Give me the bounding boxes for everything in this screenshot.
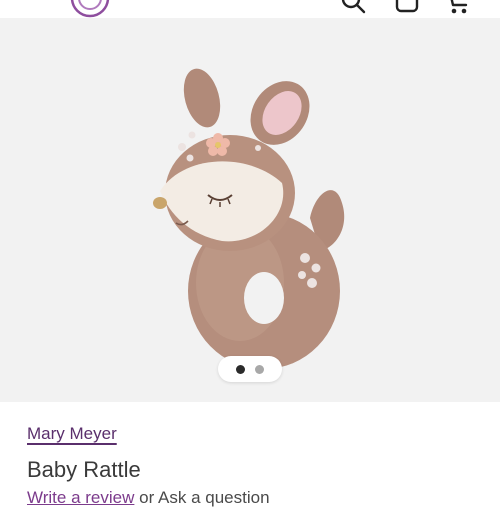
cart-icon[interactable] — [444, 0, 470, 14]
brand-logo-icon[interactable] — [70, 0, 110, 18]
product-image-gallery[interactable] — [0, 18, 500, 402]
review-line: Write a review or Ask a question — [27, 488, 270, 508]
write-review-link[interactable]: Write a review — [27, 488, 134, 507]
site-header — [0, 0, 500, 18]
search-icon[interactable] — [340, 0, 366, 14]
account-icon[interactable] — [394, 0, 420, 14]
product-title: Baby Rattle — [27, 457, 141, 482]
product-info: Mary Meyer Baby Rattle Write a review or… — [27, 424, 500, 507]
brand-link[interactable]: Mary Meyer — [27, 424, 117, 444]
review-separator: or — [134, 488, 159, 507]
ask-question-link[interactable]: Ask a question — [158, 488, 270, 507]
image-pager[interactable] — [218, 356, 282, 382]
product-image — [153, 68, 345, 369]
pager-dot[interactable] — [255, 364, 264, 374]
pager-dot-active[interactable] — [236, 364, 245, 374]
